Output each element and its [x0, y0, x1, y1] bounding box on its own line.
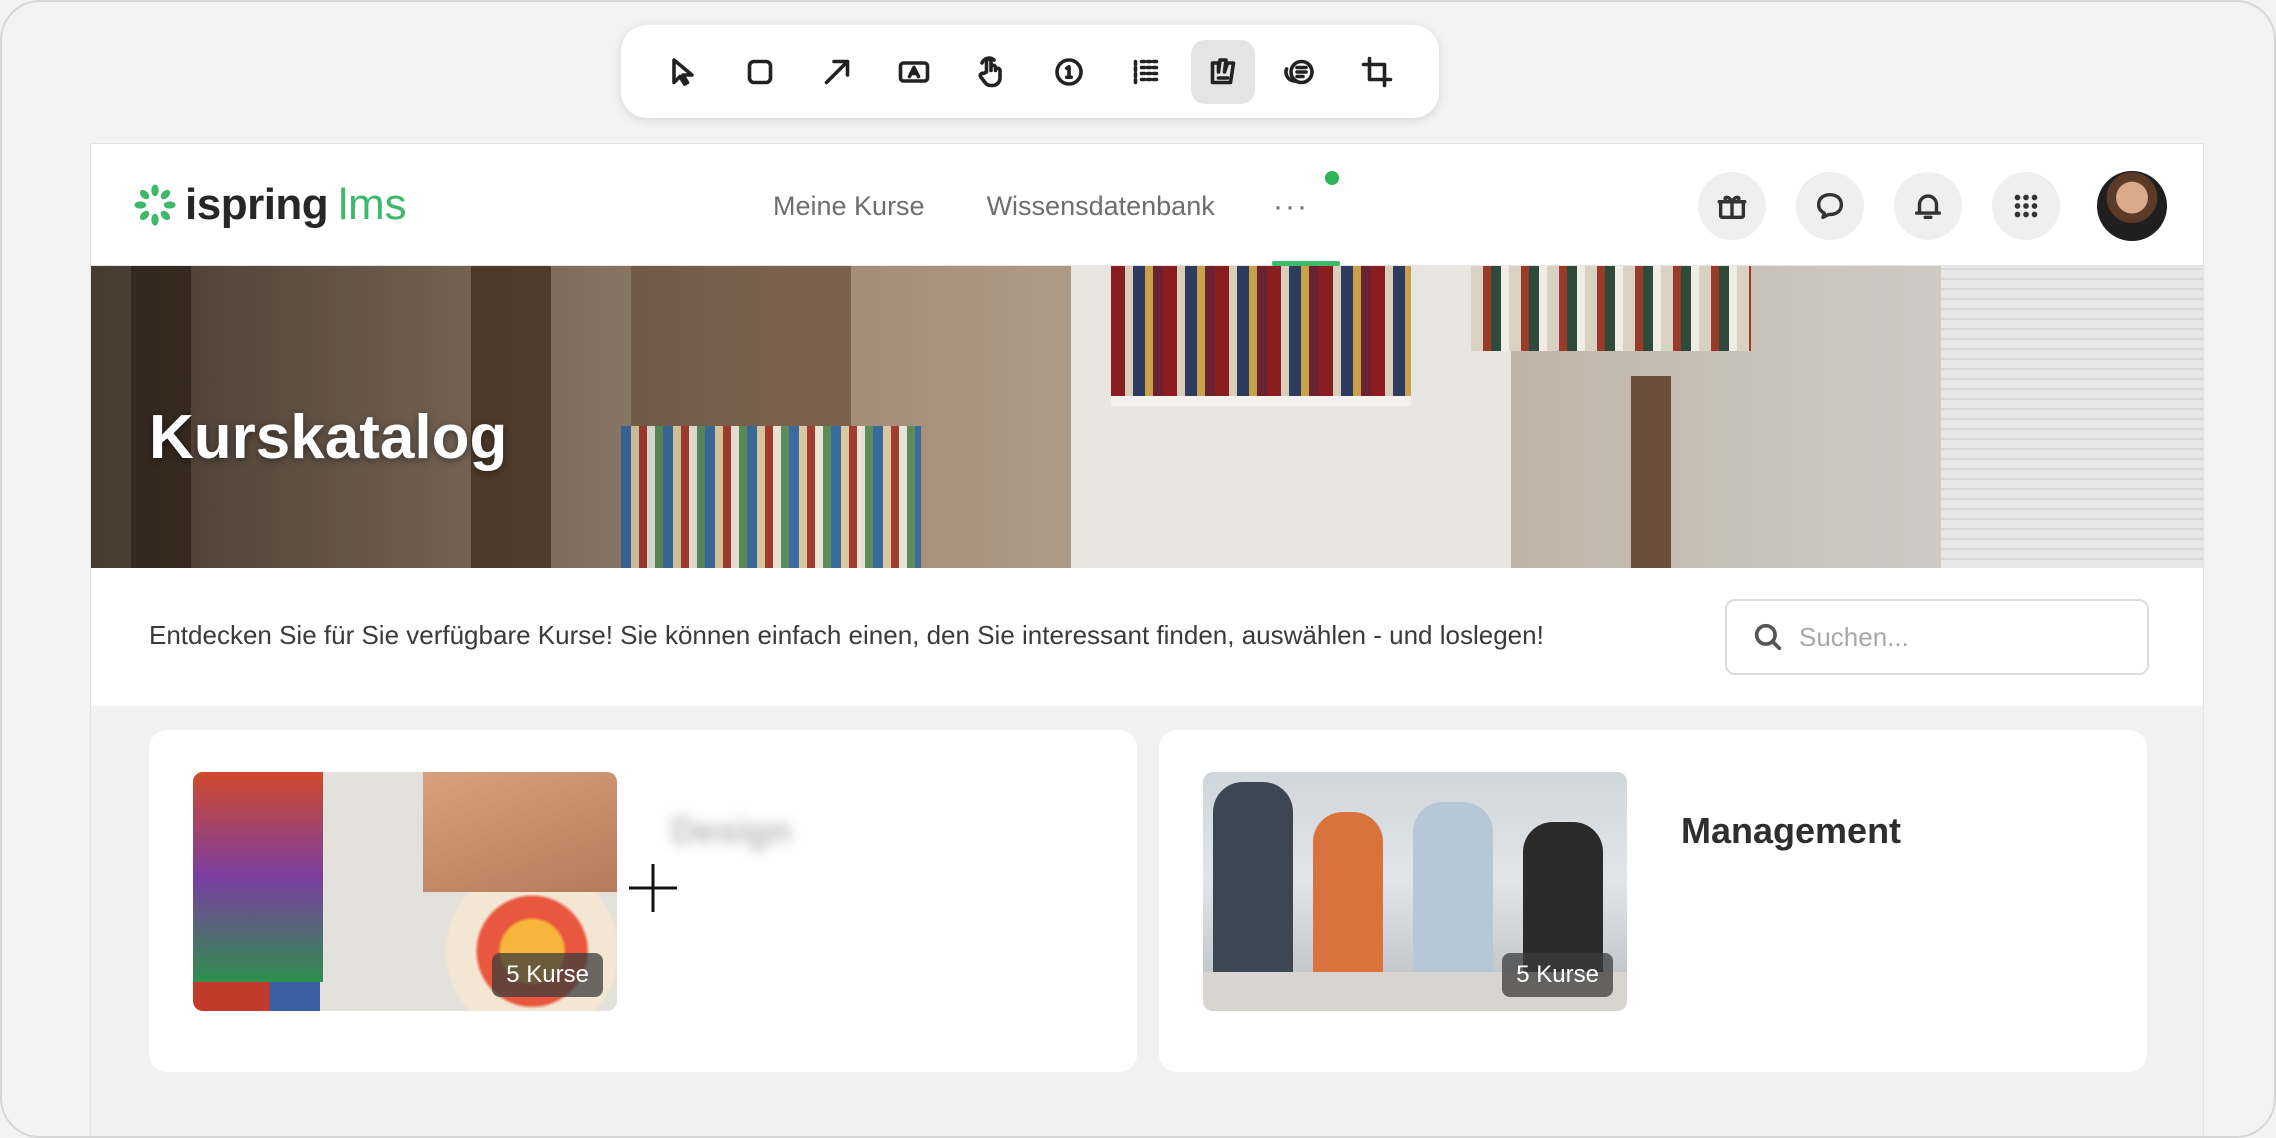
main-nav: Meine Kurse Wissensdatenbank [773, 186, 1277, 226]
category-thumbnail[interactable]: 5 Kurse [1203, 772, 1627, 1011]
search-icon [1754, 623, 1782, 651]
text-box-icon [899, 60, 930, 83]
book-row [1111, 266, 1411, 396]
chat-icon [1816, 192, 1844, 220]
course-count-badge: 5 Kurse [1502, 953, 1613, 997]
diagonal-arrow-icon [824, 59, 850, 84]
crosshair-cursor-icon [629, 864, 677, 912]
category-title[interactable]: Design [671, 810, 791, 852]
text-tool-button[interactable] [882, 40, 946, 104]
page-title: Kurskatalog [149, 403, 508, 472]
rectangle-tool-button[interactable] [728, 40, 792, 104]
highlighter-icon [1210, 57, 1236, 84]
bell-icon [1914, 194, 1942, 220]
click-tool-button[interactable] [959, 40, 1023, 104]
category-title[interactable]: Management [1681, 810, 1901, 852]
spotlight-icon [1284, 59, 1314, 84]
blur-grid-icon [1133, 59, 1158, 84]
notification-dot [1325, 171, 1339, 185]
category-thumbnail[interactable]: 5 Kurse [193, 772, 617, 1011]
intro-text: Entdecken Sie für Sie verfügbare Kurse! … [149, 620, 1544, 650]
top-header: ispring lms Meine Kurse Wissensdatenbank… [91, 144, 2203, 266]
hero-banner: Kurskatalog [91, 266, 2203, 568]
book-row [1471, 266, 1751, 351]
screenshot-frame: ispring lms Meine Kurse Wissensdatenbank… [0, 0, 2276, 1138]
notifications-button[interactable] [1894, 172, 1962, 240]
spotlight-tool-button[interactable] [1268, 40, 1332, 104]
category-card-management[interactable]: 5 Kurse Management [1159, 730, 2147, 1072]
gift-icon [1717, 195, 1747, 220]
cursor-arrow-icon [672, 57, 694, 86]
chat-button[interactable] [1796, 172, 1864, 240]
highlight-tool-button[interactable] [1190, 39, 1255, 104]
logo-product-text: lms [338, 180, 407, 229]
shelf-post [1631, 376, 1671, 568]
sun-logo-icon [134, 184, 176, 226]
monitor-screen [193, 772, 323, 982]
blur-tool-button[interactable] [1114, 40, 1178, 104]
nav-item-meine-kurse[interactable]: Meine Kurse [773, 191, 925, 222]
crop-tool-button[interactable] [1345, 40, 1409, 104]
course-count-badge: 5 Kurse [492, 953, 603, 997]
logo-brand-text: ispring [185, 180, 329, 229]
search-box[interactable] [1725, 599, 2149, 675]
select-tool-button[interactable] [651, 40, 715, 104]
user-avatar[interactable] [2097, 171, 2167, 241]
number-tool-button[interactable] [1037, 40, 1101, 104]
annotation-toolbar [621, 25, 1439, 118]
crop-icon [1361, 56, 1393, 87]
ispring-logo[interactable]: ispring lms [133, 180, 407, 230]
window-blinds [1941, 266, 2203, 568]
hand-area [423, 772, 617, 892]
lms-page: ispring lms Meine Kurse Wissensdatenbank… [90, 143, 2204, 1136]
rectangle-icon [747, 59, 773, 84]
apps-grid-icon [2014, 194, 2038, 218]
nav-more-button[interactable]: ··· [1273, 192, 1309, 222]
pointer-hand-icon [978, 55, 1003, 87]
intro-row: Entdecken Sie für Sie verfügbare Kurse! … [91, 568, 2203, 706]
numbered-circle-icon [1054, 57, 1083, 86]
arrow-tool-button[interactable] [805, 40, 869, 104]
gift-button[interactable] [1698, 172, 1766, 240]
nav-item-wissensdatenbank[interactable]: Wissensdatenbank [987, 191, 1215, 222]
shelf-board [1111, 396, 1411, 406]
search-input[interactable] [1799, 621, 2129, 653]
apps-button[interactable] [1992, 172, 2060, 240]
